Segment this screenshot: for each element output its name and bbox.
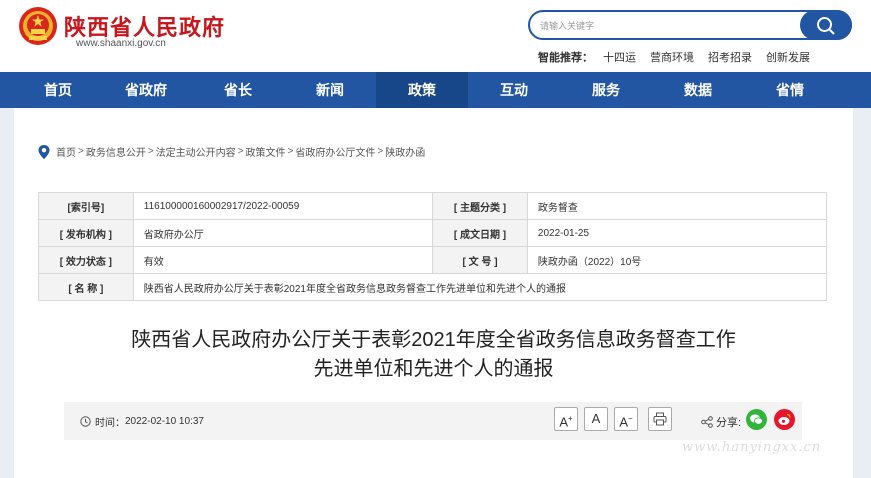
national-emblem-icon	[19, 7, 57, 45]
date-value: 2022-01-25	[526, 219, 828, 247]
topic-label: [ 主题分类 ]	[432, 192, 528, 220]
title-line: 先进单位和先进个人的通报	[313, 358, 554, 380]
site-url: www.shaanxi.gov.cn	[76, 38, 166, 49]
breadcrumb-link[interactable]: 首页	[56, 144, 76, 159]
time-label: 时间：	[95, 418, 125, 429]
font-larger-label: A	[559, 414, 568, 430]
date-label: [ 成文日期 ]	[432, 219, 528, 247]
document-title: 陕西省人民政府办公厅关于表彰2021年度全省政务信息政务督查工作 先进单位和先进…	[14, 326, 853, 384]
topic-value: 政务督查	[526, 192, 828, 220]
share-label: 分享:	[716, 417, 742, 429]
nav-item-governor[interactable]: 省长	[192, 72, 284, 108]
main-nav: 首页 省政府 省长 新闻 政策 互动 服务 数据 省情	[0, 72, 871, 108]
index-value: 116100000160002917/2022-00059	[132, 192, 434, 220]
article-toolbar: 时间： 2022-02-10 10:37 A+ A A− 分享:	[64, 402, 802, 440]
name-value: 陕西省人民政府办公厅关于表彰2021年度全省政务信息政务督查工作先进单位和先进个…	[132, 273, 828, 301]
table-row: [ 名 称 ] 陕西省人民政府办公厅关于表彰2021年度全省政务信息政务督查工作…	[38, 273, 828, 301]
status-label: [ 效力状态 ]	[38, 246, 134, 274]
wechat-icon	[750, 414, 763, 425]
table-row: [ 发布机构 ] 省政府办公厅 [ 成文日期 ] 2022-01-25	[38, 219, 828, 247]
name-label: [ 名 称 ]	[38, 273, 134, 301]
search-input[interactable]	[540, 17, 790, 35]
breadcrumb-link[interactable]: 省政府办公厅文件	[295, 144, 375, 159]
share-section: 分享:	[701, 414, 741, 430]
nav-item-interaction[interactable]: 互动	[468, 72, 560, 108]
recommend-label: 智能推荐：	[538, 52, 593, 64]
recommend-link[interactable]: 营商环境	[650, 49, 694, 65]
font-larger-button[interactable]: A+	[554, 407, 578, 431]
nav-item-home[interactable]: 首页	[0, 72, 100, 108]
document-meta-table: [索引号] 116100000160002917/2022-00059 [ 主题…	[38, 192, 828, 301]
font-normal-button[interactable]: A	[584, 407, 608, 431]
clock-icon	[80, 416, 91, 427]
docno-value: 陕政办函（2022）10号	[526, 246, 828, 274]
issuer-label: [ 发布机构 ]	[38, 219, 134, 247]
font-smaller-button[interactable]: A−	[614, 407, 638, 431]
nav-item-province-info[interactable]: 省情	[744, 72, 836, 108]
share-icon	[701, 416, 713, 428]
title-line: 陕西省人民政府办公厅关于表彰2021年度全省政务信息政务督查工作	[131, 329, 736, 351]
issuer-value: 省政府办公厅	[132, 219, 434, 247]
table-row: [索引号] 116100000160002917/2022-00059 [ 主题…	[38, 192, 828, 220]
weibo-icon	[778, 413, 791, 425]
status-value: 有效	[132, 246, 434, 274]
location-pin-icon	[38, 144, 50, 159]
printer-icon	[653, 412, 667, 426]
site-header: 陕西省人民政府 www.shaanxi.gov.cn 智能推荐： 十四运 营商环…	[0, 0, 871, 72]
search-box	[528, 10, 852, 40]
font-normal-label: A	[591, 411, 601, 426]
weibo-share-button[interactable]	[774, 409, 795, 430]
wechat-share-button[interactable]	[746, 409, 767, 430]
nav-item-data[interactable]: 数据	[652, 72, 744, 108]
docno-label: [ 文 号 ]	[432, 246, 528, 274]
time-value: 2022-02-10 10:37	[125, 416, 204, 427]
watermark: www.hanyingxx.cn	[682, 440, 822, 455]
breadcrumb-link[interactable]: 政务信息公开	[86, 144, 146, 159]
nav-item-government[interactable]: 省政府	[100, 72, 192, 108]
table-row: [ 效力状态 ] 有效 [ 文 号 ] 陕政办函（2022）10号	[38, 246, 828, 274]
print-button[interactable]	[648, 407, 672, 431]
smart-recommend: 智能推荐： 十四运 营商环境 招考招录 创新发展	[538, 49, 824, 65]
breadcrumb-link[interactable]: 政策文件	[246, 144, 286, 159]
index-label: [索引号]	[38, 192, 134, 220]
recommend-link[interactable]: 十四运	[603, 49, 636, 65]
breadcrumb-link[interactable]: 法定主动公开内容	[156, 144, 236, 159]
search-icon	[817, 17, 835, 35]
recommend-link[interactable]: 招考招录	[708, 49, 752, 65]
nav-item-policy[interactable]: 政策	[376, 72, 468, 108]
search-button[interactable]	[800, 10, 852, 40]
publish-time: 时间： 2022-02-10 10:37	[80, 414, 204, 429]
breadcrumb: 首页 > 政务信息公开 > 法定主动公开内容 > 政策文件 > 省政府办公厅文件 > 陕政…	[38, 144, 425, 159]
font-smaller-label: A	[619, 414, 628, 430]
recommend-link[interactable]: 创新发展	[766, 49, 810, 65]
breadcrumb-current[interactable]: 陕政办函	[385, 144, 425, 159]
nav-item-service[interactable]: 服务	[560, 72, 652, 108]
main-content: 首页 > 政务信息公开 > 法定主动公开内容 > 政策文件 > 省政府办公厅文件 > 陕政…	[14, 108, 853, 478]
nav-item-news[interactable]: 新闻	[284, 72, 376, 108]
